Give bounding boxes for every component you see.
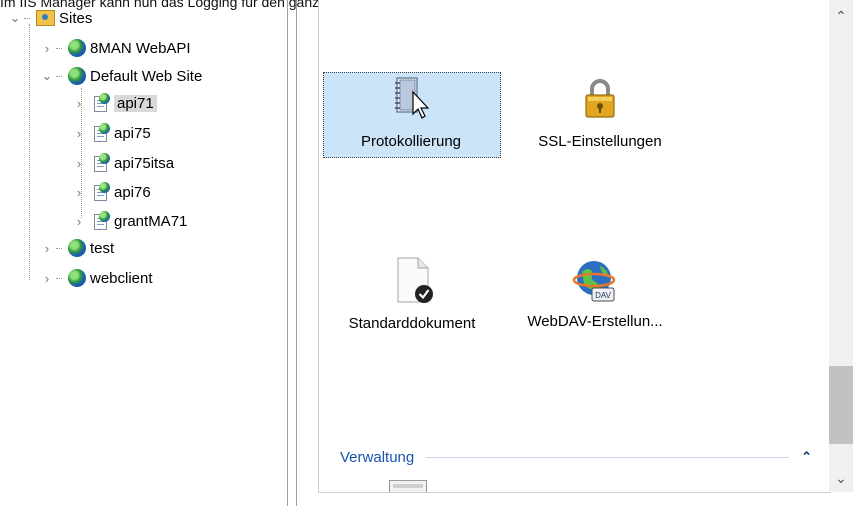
chevron-right-icon[interactable]: ›: [72, 126, 86, 141]
feature-protokollierung[interactable]: Protokollierung: [323, 74, 499, 150]
collapse-caret-icon[interactable]: ⌃: [801, 449, 812, 465]
scroll-up-arrow-icon[interactable]: ⌃: [829, 8, 853, 25]
sites-folder-icon: [36, 10, 55, 26]
tree-label: grantMA71: [114, 212, 188, 230]
group-header-verwaltung[interactable]: Verwaltung ⌃: [340, 447, 820, 467]
feature-webdav-erstellungsregeln[interactable]: DAV WebDAV-Erstellun...: [505, 258, 685, 330]
tree-label: Default Web Site: [90, 67, 203, 85]
tree-label-selected: api71: [114, 94, 157, 112]
tree-label: test: [90, 239, 115, 257]
feature-label: Protokollierung: [360, 133, 462, 150]
tree-label: api75: [114, 124, 151, 142]
scrollbar-thumb[interactable]: [829, 366, 853, 444]
tree-node-app-api76[interactable]: › api76: [72, 180, 151, 204]
feature-label: WebDAV-Erstellun...: [527, 313, 663, 330]
scroll-down-arrow-icon[interactable]: ⌄: [829, 470, 853, 487]
chevron-right-icon[interactable]: ›: [72, 156, 86, 171]
partial-feature-icon: [389, 480, 429, 492]
chevron-right-icon[interactable]: ›: [72, 214, 86, 229]
web-application-icon: [92, 182, 110, 202]
tree-node-app-api75[interactable]: › api75: [72, 121, 151, 145]
group-divider: [426, 456, 790, 458]
web-application-icon: [92, 153, 110, 173]
web-application-icon: [92, 123, 110, 143]
tree-node-site-webclient[interactable]: › webclient: [40, 266, 153, 290]
feature-ssl-einstellungen[interactable]: SSL-Einstellungen: [510, 76, 690, 150]
feature-standarddokument[interactable]: Standarddokument: [326, 256, 498, 332]
chevron-down-icon[interactable]: ⌄: [40, 68, 54, 83]
tree-label: webclient: [90, 269, 153, 287]
web-application-icon: [92, 211, 110, 231]
feature-label: SSL-Einstellungen: [538, 133, 662, 150]
chevron-right-icon[interactable]: ›: [40, 241, 54, 256]
logging-notebook-icon: [395, 77, 430, 119]
chevron-down-icon[interactable]: ⌄: [8, 10, 22, 25]
tree-node-site-8man-webapi[interactable]: › 8MAN WebAPI: [40, 36, 191, 60]
chevron-right-icon[interactable]: ›: [40, 41, 54, 56]
tree-label: api75itsa: [114, 154, 175, 172]
chevron-right-icon[interactable]: ›: [72, 96, 86, 111]
group-title: Verwaltung: [340, 448, 415, 466]
tree-node-sites[interactable]: ⌄ Sites: [8, 6, 93, 30]
padlock-icon: [585, 79, 615, 118]
tree-node-app-api71[interactable]: › api71: [72, 91, 157, 115]
pane-splitter-edge: [296, 0, 297, 506]
tree-node-site-default-web-site[interactable]: ⌄ Default Web Site: [40, 64, 202, 88]
website-globe-icon: [68, 39, 86, 57]
dav-badge-text: DAV: [595, 291, 612, 300]
web-application-icon: [92, 93, 110, 113]
website-globe-icon: [68, 269, 86, 287]
website-globe-icon: [68, 67, 86, 85]
chevron-right-icon[interactable]: ›: [72, 185, 86, 200]
tree-label-sites: Sites: [59, 9, 93, 27]
tree-node-site-test[interactable]: › test: [40, 236, 114, 260]
pane-splitter[interactable]: [287, 0, 288, 506]
tree-node-app-grantma71[interactable]: › grantMA71: [72, 209, 187, 233]
tree-label: 8MAN WebAPI: [90, 39, 191, 57]
tree-label: api76: [114, 183, 151, 201]
website-globe-icon: [68, 239, 86, 257]
chevron-right-icon[interactable]: ›: [40, 271, 54, 286]
webdav-globe-icon: DAV: [572, 261, 616, 302]
tree-node-app-api75itsa[interactable]: › api75itsa: [72, 151, 174, 175]
feature-label: Standarddokument: [348, 315, 476, 332]
default-document-icon: [397, 257, 433, 303]
